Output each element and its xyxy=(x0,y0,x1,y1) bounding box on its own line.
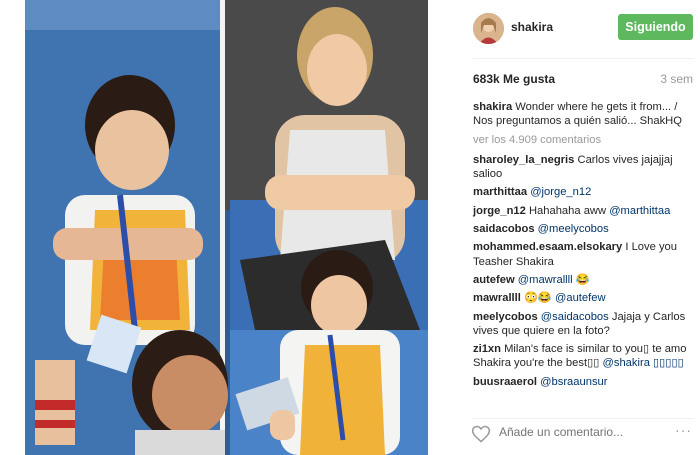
comment-mention[interactable]: @jorge_n12 xyxy=(530,186,591,198)
post-header: shakira Siguiendo xyxy=(459,0,700,58)
avatar-image xyxy=(473,13,504,44)
following-button[interactable]: Siguiendo xyxy=(618,14,693,40)
comment-username[interactable]: jorge_n12 xyxy=(473,205,526,217)
comment-item: jorge_n12 Hahahaha aww @marthittaa xyxy=(473,204,699,218)
comment-username[interactable]: marthittaa xyxy=(473,186,527,198)
caption: shakira Wonder where he gets it from... … xyxy=(473,100,699,129)
comments-list: shakira Wonder where he gets it from... … xyxy=(473,100,699,393)
comment-username[interactable]: saidacobos xyxy=(473,223,535,235)
likes-count[interactable]: 683k Me gusta xyxy=(473,72,555,86)
comment-item: zi1xn Milan's face is similar to you▯ te… xyxy=(473,342,699,371)
avatar[interactable] xyxy=(473,13,504,44)
post-timestamp[interactable]: 3 sem xyxy=(660,72,693,86)
comment-mention[interactable]: @shakira ▯▯▯▯▯ xyxy=(603,357,684,369)
likes-row: 683k Me gusta 3 sem xyxy=(473,72,693,88)
comment-username[interactable]: mohammed.esaam.elsokary xyxy=(473,241,622,253)
more-options-icon[interactable]: ··· xyxy=(675,422,692,438)
comment-mention[interactable]: @mawrallll xyxy=(518,274,573,286)
comment-username[interactable]: autefew xyxy=(473,274,515,286)
comment-mention[interactable]: @autefew xyxy=(555,292,606,304)
comment-text: 😂 xyxy=(575,273,590,286)
comment-item: buusraaerol @bsraaunsur xyxy=(473,375,699,389)
caption-username[interactable]: shakira xyxy=(473,101,512,113)
post-photo[interactable] xyxy=(25,0,428,455)
photo-illustration xyxy=(25,0,428,455)
comment-item: saidacobos @meelycobos xyxy=(473,222,699,236)
comment-input[interactable] xyxy=(499,425,649,439)
post-side-panel: shakira Siguiendo 683k Me gusta 3 sem sh… xyxy=(459,0,700,455)
comment-mention[interactable]: @saidacobos xyxy=(541,311,609,323)
comment-item: autefew @mawrallll 😂 xyxy=(473,273,699,287)
comment-mention[interactable]: @marthittaa xyxy=(609,205,670,217)
comment-text: Hahahaha aww xyxy=(528,204,607,217)
header-divider xyxy=(473,58,694,59)
footer-divider xyxy=(473,418,694,419)
comment-mention[interactable]: @bsraaunsur xyxy=(540,376,607,388)
comment-mention[interactable]: @meelycobos xyxy=(538,223,609,235)
post-username[interactable]: shakira xyxy=(511,20,553,34)
comment-bar: ··· xyxy=(459,418,700,455)
heart-icon[interactable] xyxy=(471,424,491,444)
comment-text: 😳😂 xyxy=(524,292,552,305)
view-all-comments-link[interactable]: ver los 4.909 comentarios xyxy=(473,133,699,147)
comment-username[interactable]: meelycobos xyxy=(473,311,538,323)
comment-item: sharoley_la_negris Carlos vives jajajjaj… xyxy=(473,153,699,182)
comment-username[interactable]: zi1xn xyxy=(473,343,501,355)
comment-item: marthittaa @jorge_n12 xyxy=(473,185,699,199)
comment-item: mohammed.esaam.elsokary I Love you Teash… xyxy=(473,240,699,269)
comment-username[interactable]: mawrallll xyxy=(473,292,521,304)
comment-username[interactable]: buusraaerol xyxy=(473,376,537,388)
comment-username[interactable]: sharoley_la_negris xyxy=(473,154,574,166)
comment-item: mawrallll 😳😂 @autefew xyxy=(473,291,699,305)
comment-item: meelycobos @saidacobos Jajaja y Carlos v… xyxy=(473,310,699,339)
